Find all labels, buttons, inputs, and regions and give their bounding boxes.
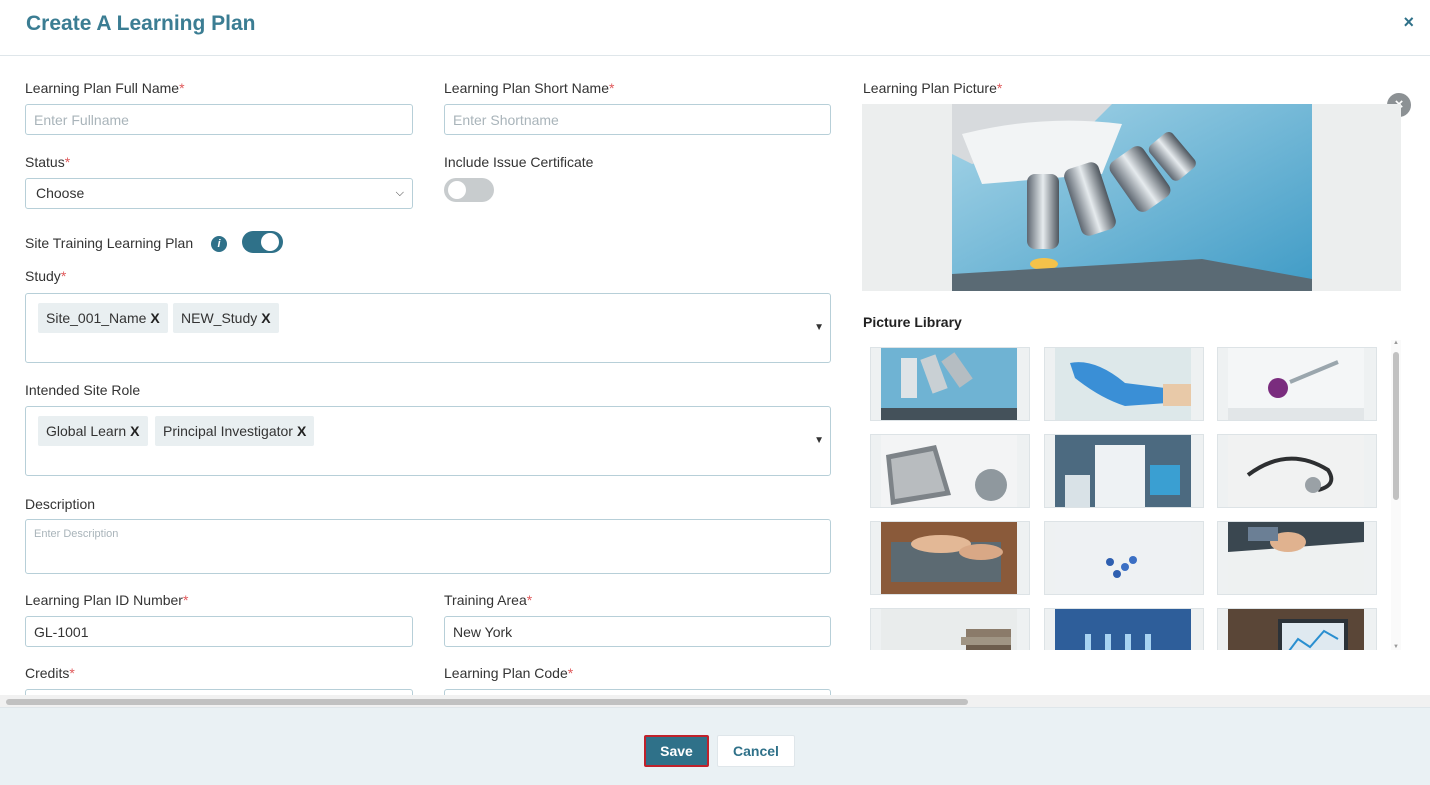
full-name-label: Learning Plan Full Name* [25, 80, 185, 96]
lab-scientist-image [1055, 435, 1191, 507]
site-role-tag: Principal Investigator X [155, 416, 315, 446]
info-icon[interactable]: i [211, 236, 227, 252]
status-label: Status* [25, 154, 71, 170]
library-scrollbar[interactable]: ▲ ▼ [1391, 340, 1401, 650]
library-thumbnail-gloved-hand[interactable] [1044, 347, 1204, 421]
short-name-label: Learning Plan Short Name* [444, 80, 615, 96]
site-role-label: Intended Site Role [25, 382, 141, 398]
status-select[interactable]: Choose ⌵ [25, 178, 413, 209]
dropdown-arrow-icon[interactable]: ▼ [814, 322, 824, 333]
study-label: Study* [25, 268, 67, 284]
site-training-label: Site Training Learning Plan [25, 235, 194, 251]
picture-preview [862, 104, 1401, 291]
library-thumbnail-stethoscope[interactable] [1217, 434, 1377, 508]
signing-document-image [1228, 522, 1364, 594]
library-thumbnail-signing-document[interactable] [1217, 521, 1377, 595]
library-thumbnail-microscope[interactable] [870, 347, 1030, 421]
dialog-header: Create A Learning Plan × [0, 0, 1430, 56]
study-multiselect[interactable]: Site_001_Name X NEW_Study X ▼ [25, 293, 831, 363]
laptop-chart-image [1228, 609, 1364, 650]
tag-remove-icon[interactable]: X [130, 423, 139, 439]
tag-remove-icon[interactable]: X [261, 310, 270, 326]
books-image [881, 609, 1017, 650]
site-role-multiselect[interactable]: Global Learn X Principal Investigator X ▼ [25, 406, 831, 476]
site-training-toggle[interactable] [242, 231, 283, 253]
picture-library-title: Picture Library [863, 314, 962, 330]
full-name-input[interactable] [25, 104, 413, 135]
microscope-image [881, 348, 1017, 420]
study-tag: NEW_Study X [173, 303, 279, 333]
plan-code-label: Learning Plan Code* [444, 665, 574, 681]
picture-label: Learning Plan Picture* [863, 80, 1003, 96]
test-tubes-image [1055, 609, 1191, 650]
scrollbar-thumb[interactable] [6, 699, 968, 705]
site-role-tag: Global Learn X [38, 416, 148, 446]
dialog-title: Create A Learning Plan [26, 12, 256, 35]
save-button[interactable]: Save [644, 735, 709, 767]
library-thumbnail-lab-scientist[interactable] [1044, 434, 1204, 508]
dropdown-arrow-icon[interactable]: ▼ [814, 435, 824, 446]
study-tag: Site_001_Name X [38, 303, 168, 333]
short-name-input[interactable] [444, 104, 831, 135]
tag-remove-icon[interactable]: X [150, 310, 159, 326]
scroll-up-icon[interactable]: ▲ [1393, 340, 1399, 346]
laptop-desk-image [881, 435, 1017, 507]
library-thumbnail-test-tubes[interactable] [1044, 608, 1204, 650]
library-thumbnail-syringe-virus[interactable] [1217, 347, 1377, 421]
library-thumbnail-blue-pills[interactable] [1044, 521, 1204, 595]
status-value: Choose [36, 185, 85, 201]
library-thumbnail-books[interactable] [870, 608, 1030, 650]
toggle-knob [261, 233, 279, 251]
library-thumbnail-typing-laptop[interactable] [870, 521, 1030, 595]
dialog-footer: Save Cancel [0, 707, 1430, 785]
chevron-down-icon: ⌵ [395, 187, 404, 199]
picture-library: ▲ ▼ [863, 340, 1401, 650]
training-area-label: Training Area* [444, 592, 533, 608]
cancel-button[interactable]: Cancel [717, 735, 795, 767]
horizontal-scrollbar[interactable] [0, 695, 1430, 707]
description-label: Description [25, 496, 96, 512]
toggle-knob [448, 181, 466, 199]
library-thumbnail-laptop-desk[interactable] [870, 434, 1030, 508]
id-number-input[interactable] [25, 616, 413, 647]
syringe-virus-image [1228, 348, 1364, 420]
tag-remove-icon[interactable]: X [297, 423, 306, 439]
training-area-input[interactable] [444, 616, 831, 647]
gloved-hand-image [1055, 348, 1191, 420]
description-textarea[interactable]: Enter Description [25, 519, 831, 574]
blue-pills-image [1055, 522, 1191, 594]
stethoscope-image [1228, 435, 1364, 507]
dialog-body: Learning Plan Full Name* Learning Plan S… [0, 57, 1430, 695]
issue-certificate-toggle[interactable] [444, 178, 494, 202]
scrollbar-thumb[interactable] [1393, 352, 1399, 500]
issue-certificate-label: Include Issue Certificate [444, 154, 594, 170]
microscope-image [952, 104, 1312, 291]
close-icon[interactable]: × [1403, 12, 1414, 33]
scroll-down-icon[interactable]: ▼ [1393, 644, 1399, 650]
credits-label: Credits* [25, 665, 75, 681]
library-thumbnail-laptop-chart[interactable] [1217, 608, 1377, 650]
id-number-label: Learning Plan ID Number* [25, 592, 189, 608]
typing-laptop-image [881, 522, 1017, 594]
